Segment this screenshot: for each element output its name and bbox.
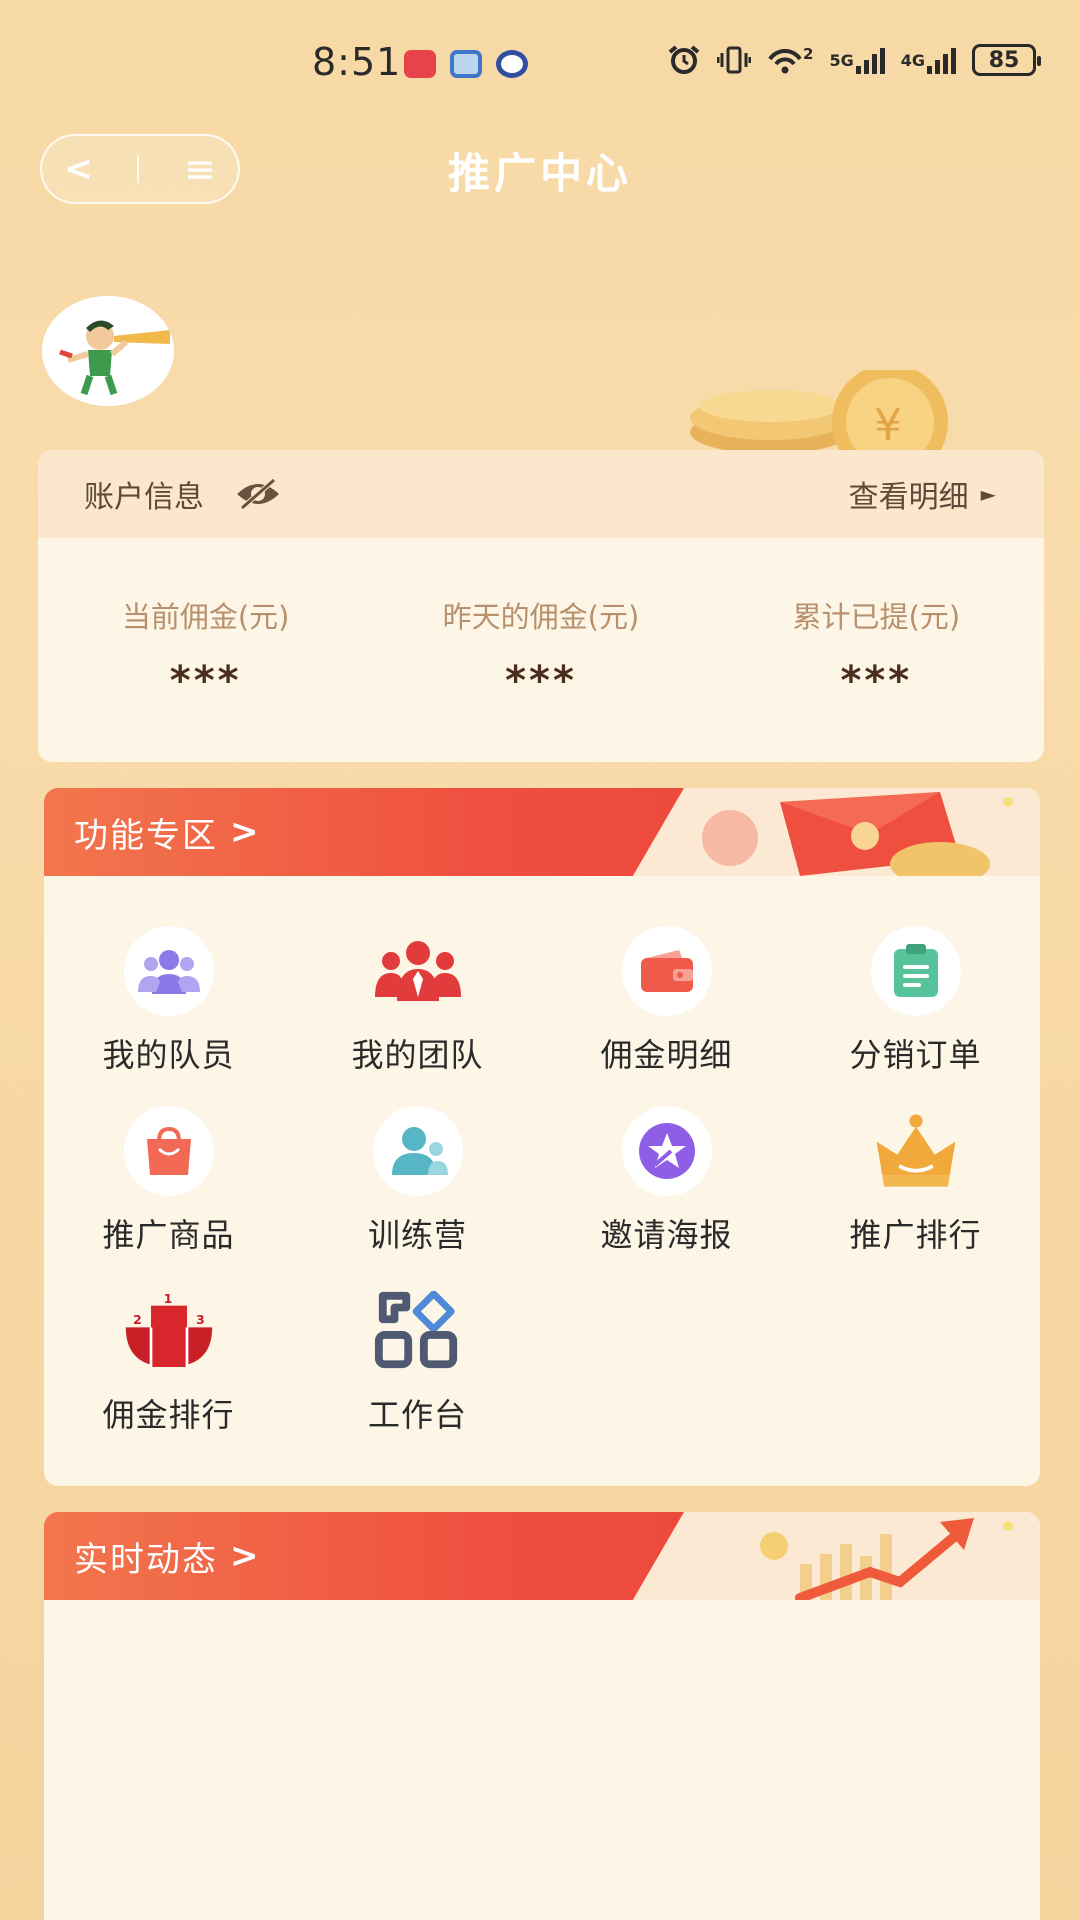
stat-value: *** [169,658,242,704]
workbench-icon [374,1291,457,1369]
workbench-icon-wrap [373,1286,463,1376]
view-detail-link[interactable]: 查看明细 ► [849,472,996,516]
account-header-label: 账户信息 [84,480,204,515]
function-item-commission-ranking[interactable]: 1 2 3 佣金排行 [44,1286,293,1466]
wallet-icon [640,950,693,992]
function-item-promotion-ranking[interactable]: 推广排行 [791,1106,1040,1286]
my-team-icon [374,941,461,1001]
function-item-promote-products[interactable]: 推广商品 [44,1106,293,1286]
trainer-icon [391,1127,448,1175]
svg-text:¥: ¥ [874,400,902,451]
function-item-my-team[interactable]: 我的团队 [293,926,542,1106]
function-item-label: 训练营 [367,1216,467,1254]
live-feed-title: 实时动态 [74,1539,218,1580]
battery-level: 85 [988,47,1020,73]
network-4g-label: 4G [900,50,925,70]
signal-4g-icon [927,46,956,74]
star-poster-icon-wrap [621,1106,712,1196]
vibrate-icon [717,46,752,74]
stat-label: 昨天的佣金(元) [442,600,640,634]
eye-hidden-icon[interactable] [234,478,282,510]
view-detail-label: 查看明细 [848,480,969,515]
clipboard-icon-wrap [870,926,961,1016]
function-item-distribution-orders[interactable]: 分销订单 [791,926,1040,1106]
shopping-bag-icon [146,1126,191,1175]
function-zone-header: 功能专区 > [44,788,1040,876]
status-indicators: 2 5G 4G 85 [667,44,1041,76]
network-5g-label: 5G [829,50,854,70]
avatar-illustration [42,296,174,406]
battery-icon: 85 [972,44,1041,76]
red-envelope-decoration [702,792,1013,876]
team-members-icon-wrap [123,926,214,1016]
function-zone-title: 功能专区 [74,815,218,856]
crown-icon-wrap [871,1106,961,1196]
function-zone-panel: 功能专区 > 我的队员 我的团队 佣金明细 分销订单 推广商品 训练营 邀请海报… [44,788,1040,1486]
app-notification-icon [404,50,436,78]
function-item-commission-detail[interactable]: 佣金明细 [542,926,791,1106]
stat-label: 累计已提(元) [792,600,961,634]
svg-text:3: 3 [196,1312,205,1327]
live-feed-panel: 实时动态 > [44,1512,1040,1920]
wifi-icon [768,49,802,74]
stat-current-commission: 当前佣金(元) *** [38,594,373,704]
live-feed-header: 实时动态 > [44,1512,1040,1600]
shopping-bag-icon-wrap [123,1106,214,1196]
status-bar: 8:51 2 5G 4G 85 [0,0,1080,120]
account-card: 账户信息 查看明细 ► 当前佣金(元) *** 昨天的佣金(元) *** 累计已… [38,450,1044,762]
star-poster-icon [638,1123,695,1179]
app-notification-icon [450,50,482,78]
function-item-label: 我的队员 [102,1036,235,1074]
function-item-label: 邀请海报 [600,1216,733,1254]
stat-total-withdrawn: 累计已提(元) *** [709,594,1044,704]
function-item-label: 我的团队 [351,1036,484,1074]
function-item-label: 佣金明细 [600,1036,733,1074]
my-team-icon-wrap [373,926,463,1016]
function-item-label: 工作台 [367,1396,467,1434]
function-item-label: 推广商品 [102,1216,235,1254]
function-item-label: 推广排行 [849,1216,982,1254]
live-feed-tab[interactable]: 实时动态 > [44,1512,684,1600]
status-time: 8:51 [312,40,402,84]
page-title: 推广中心 [447,149,632,198]
svg-text:2: 2 [133,1312,142,1327]
svg-text:1: 1 [163,1291,172,1306]
function-zone-tab[interactable]: 功能专区 > [44,788,684,876]
function-item-workbench[interactable]: 工作台 [293,1286,542,1466]
trainer-icon-wrap [372,1106,463,1196]
chevron-right-icon: > [230,812,261,852]
account-header: 账户信息 查看明细 ► [38,450,1044,538]
clipboard-icon [893,944,938,997]
function-item-my-members[interactable]: 我的队员 [44,926,293,1106]
function-item-label: 佣金排行 [102,1396,235,1434]
commission-stats: 当前佣金(元) *** 昨天的佣金(元) *** 累计已提(元) *** [38,538,1044,704]
stat-yesterday-commission: 昨天的佣金(元) *** [373,594,708,704]
app-notification-icon [496,50,528,78]
wallet-icon-wrap [621,926,712,1016]
signal-5g-icon [855,46,885,74]
podium-icon-wrap: 1 2 3 [124,1286,214,1376]
function-item-training-camp[interactable]: 训练营 [293,1106,542,1286]
notification-icons [404,50,528,78]
alarm-icon [668,45,700,74]
growth-chart-decoration [760,1518,1013,1600]
stat-label: 当前佣金(元) [121,600,290,634]
podium-icon: 1 2 3 [125,1291,212,1367]
avatar[interactable] [42,296,174,406]
function-item-invite-poster[interactable]: 邀请海报 [542,1106,791,1286]
stat-value: *** [840,658,913,704]
function-grid: 我的队员 我的团队 佣金明细 分销订单 推广商品 训练营 邀请海报 推广排行 1… [44,876,1040,1466]
stat-value: *** [505,658,577,704]
crown-icon [876,1114,955,1187]
chevron-right-icon: > [230,1536,261,1576]
team-members-icon [137,950,200,994]
function-item-label: 分销订单 [849,1036,982,1074]
play-arrow-icon: ► [980,482,996,506]
wifi-badge: 2 [803,45,814,63]
coins-decoration: ¥ [690,370,948,460]
